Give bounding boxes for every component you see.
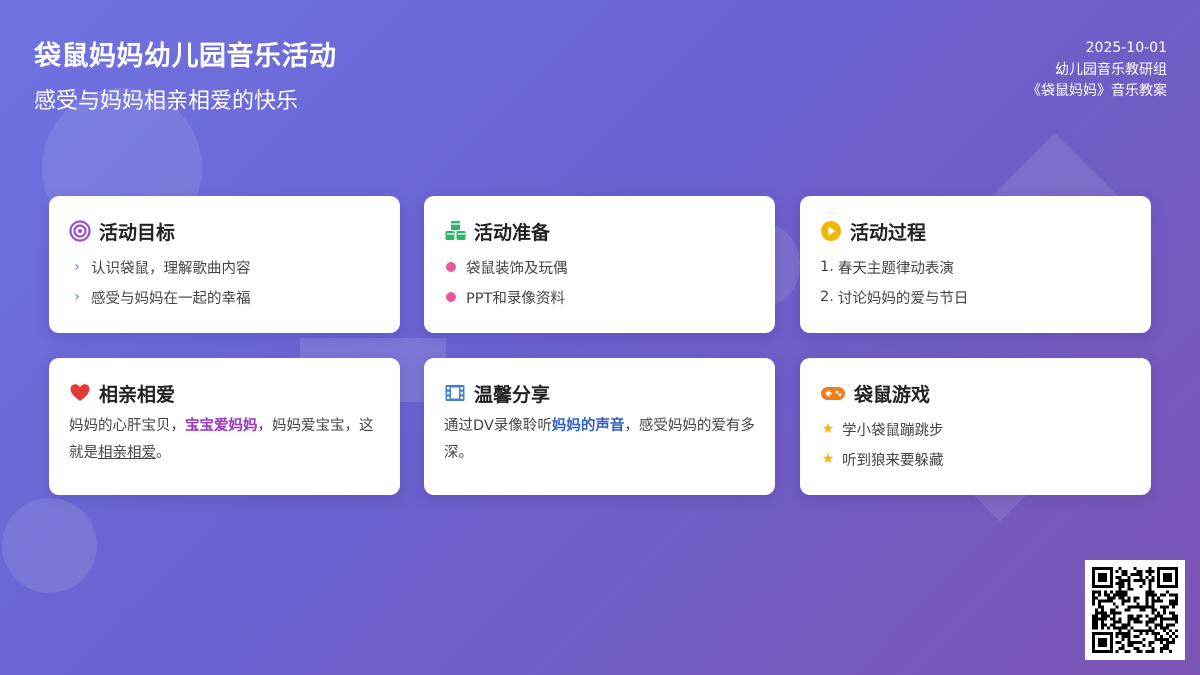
list-item: PPT和录像资料: [444, 282, 755, 312]
card-paragraph: 妈妈的心肝宝贝，宝宝爱妈妈，妈妈爱宝宝，这就是相亲相爱。: [69, 413, 380, 467]
text-segment: 妈妈的心肝宝贝，: [69, 418, 185, 434]
list-item-text: 认识袋鼠，理解歌曲内容: [91, 260, 251, 277]
list-item: 2. 讨论妈妈的爱与节日: [820, 282, 1131, 312]
film-icon: [444, 382, 466, 404]
header: 袋鼠妈妈幼儿园音乐活动 感受与妈妈相亲相爱的快乐: [34, 34, 337, 115]
decor-circle: [2, 498, 97, 593]
heart-icon: [69, 382, 91, 404]
card-title: 活动准备: [474, 221, 551, 244]
highlight-text: 妈妈的声音: [551, 418, 625, 434]
list-item: › 感受与妈妈在一起的幸福: [69, 282, 380, 312]
list-item-text: 春天主题律动表演: [837, 260, 954, 277]
date-text: 2025-10-01: [1085, 40, 1167, 56]
card-love: 相亲相爱 妈妈的心肝宝贝，宝宝爱妈妈，妈妈爱宝宝，这就是相亲相爱。: [49, 358, 400, 495]
list-item-text: 袋鼠装饰及玩偶: [466, 260, 568, 277]
star-icon: ★: [821, 421, 835, 437]
chevron-right-icon: ›: [74, 259, 80, 275]
page-subtitle: 感受与妈妈相亲相爱的快乐: [34, 89, 299, 114]
list-item: 1. 春天主题律动表演: [820, 252, 1131, 282]
list-item: ★ 听到狼来要躲藏: [820, 444, 1131, 474]
header-meta: 2025-10-01 幼儿园音乐教研组 《袋鼠妈妈》音乐教案: [1027, 38, 1167, 103]
text-segment: 。: [156, 445, 171, 461]
bullet-dot: [446, 262, 456, 272]
underlined-text: 相亲相爱: [98, 445, 156, 461]
card-title: 相亲相爱: [99, 383, 176, 406]
chevron-right-icon: ›: [74, 289, 80, 305]
text-segment: 通过DV录像聆听: [444, 418, 552, 434]
card-game: 袋鼠游戏 ★ 学小袋鼠蹦跳步 ★ 听到狼来要躲藏: [800, 358, 1151, 495]
card-title: 活动目标: [99, 221, 176, 244]
card-activity-prep: 活动准备 袋鼠装饰及玩偶 PPT和录像资料: [424, 196, 775, 333]
card-title: 温馨分享: [474, 383, 551, 406]
list-number: 2.: [820, 289, 834, 305]
cubes-icon: [444, 220, 466, 242]
list-number: 1.: [820, 259, 834, 275]
group-text: 幼儿园音乐教研组: [1055, 61, 1167, 78]
target-icon: [69, 220, 91, 242]
list-item-text: 讨论妈妈的爱与节日: [837, 290, 969, 307]
card-title: 袋鼠游戏: [854, 383, 931, 406]
qr-code: [1085, 560, 1185, 660]
card-share: 温馨分享 通过DV录像聆听妈妈的声音，感受妈妈的爱有多深。: [424, 358, 775, 495]
highlight-text: 宝宝爱妈妈: [185, 418, 258, 434]
list-item: ★ 学小袋鼠蹦跳步: [820, 414, 1131, 444]
play-icon: [820, 220, 842, 242]
card-activity-process: 活动过程 1. 春天主题律动表演 2. 讨论妈妈的爱与节日: [800, 196, 1151, 333]
page-title: 袋鼠妈妈幼儿园音乐活动: [34, 41, 337, 72]
card-paragraph: 通过DV录像聆听妈妈的声音，感受妈妈的爱有多深。: [444, 413, 755, 467]
card-activity-goal: 活动目标 › 认识袋鼠，理解歌曲内容 › 感受与妈妈在一起的幸福: [49, 196, 400, 333]
list-item: 袋鼠装饰及玩偶: [444, 252, 755, 282]
list-item-text: 感受与妈妈在一起的幸福: [91, 290, 251, 307]
list-item: › 认识袋鼠，理解歌曲内容: [69, 252, 380, 282]
star-icon: ★: [821, 451, 835, 467]
plan-text: 《袋鼠妈妈》音乐教案: [1027, 83, 1167, 99]
list-item-text: 学小袋鼠蹦跳步: [842, 422, 944, 439]
list-item-text: 听到狼来要躲藏: [842, 452, 944, 469]
gamepad-icon: [820, 382, 846, 404]
bullet-dot: [446, 292, 456, 302]
list-item-text: PPT和录像资料: [466, 290, 565, 307]
card-title: 活动过程: [850, 221, 927, 244]
